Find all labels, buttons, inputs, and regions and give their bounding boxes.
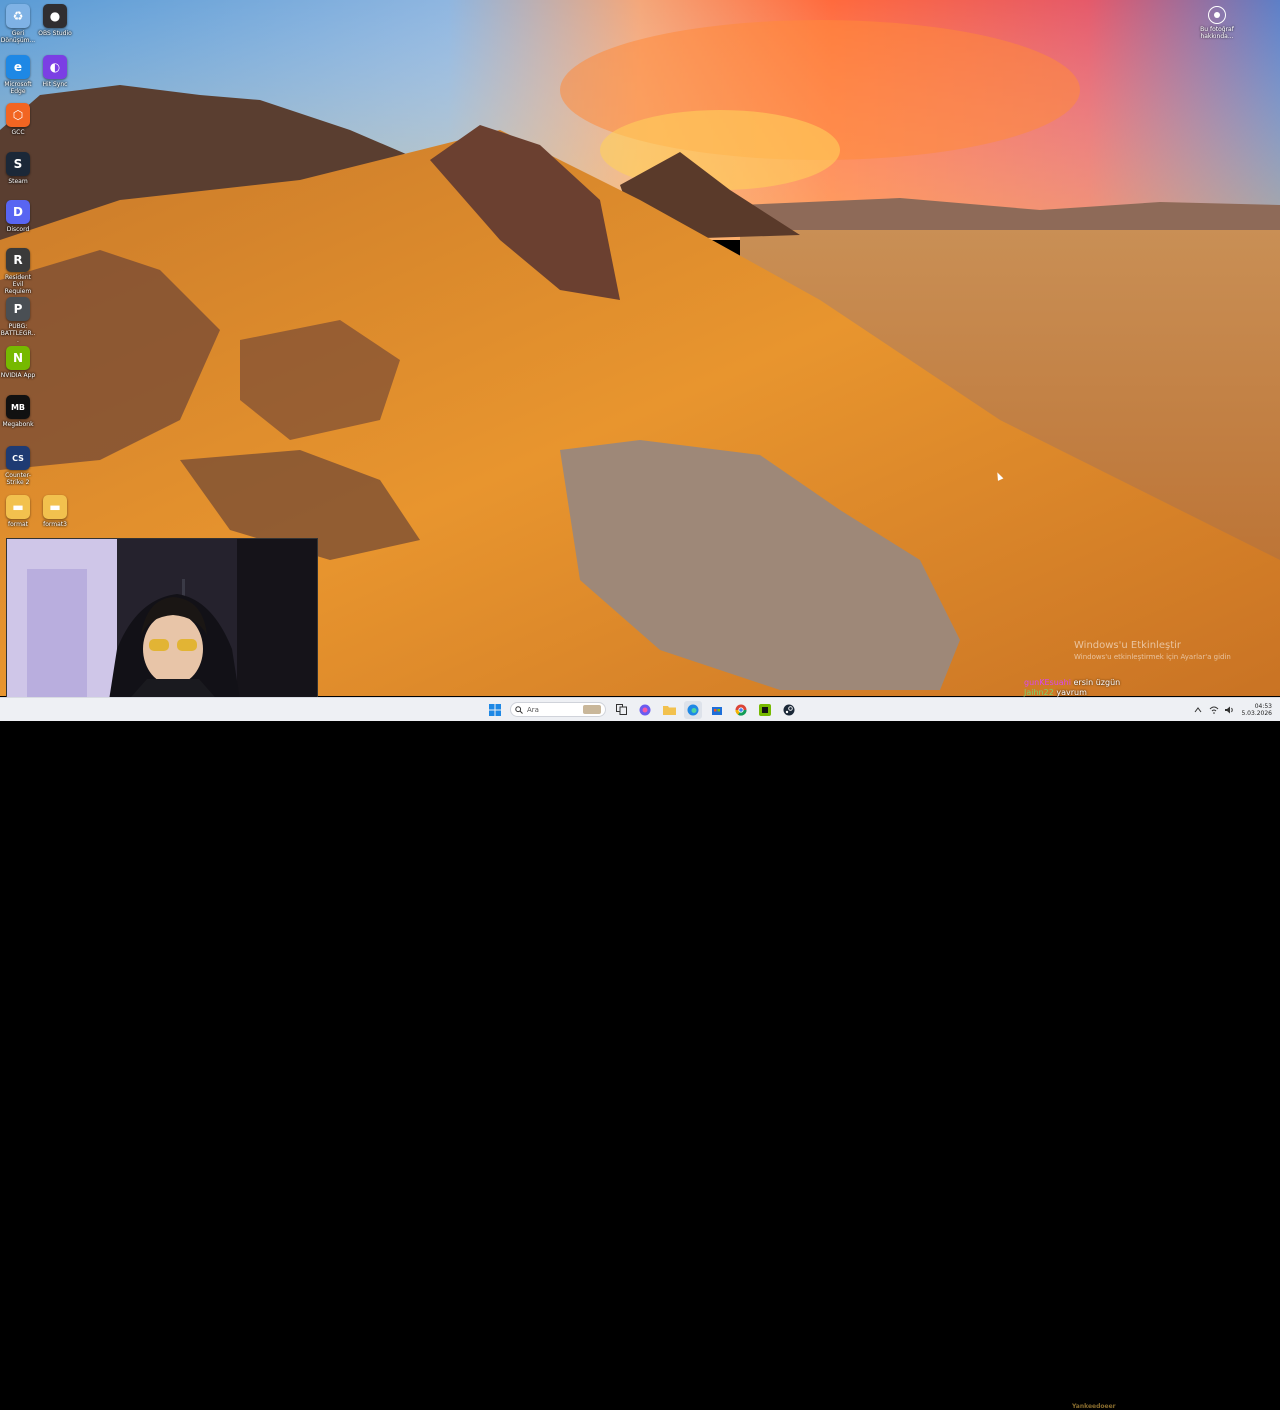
hit-sync-icon: ◐ — [43, 55, 67, 79]
activation-title: Windows'u Etkinleştir — [1074, 640, 1182, 651]
chat-message: ersin üzgün — [1073, 678, 1121, 687]
steam-icon: S — [6, 152, 30, 176]
camera-icon — [1208, 6, 1226, 24]
nvidia-icon[interactable] — [756, 701, 774, 719]
desktop-icon-label: Counter-Strike 2 — [5, 472, 31, 486]
clock[interactable]: 04:53 5.03.2026 — [1241, 703, 1272, 717]
chrome-icon[interactable] — [732, 701, 750, 719]
desktop-icon-nvidia[interactable]: N NVIDIA App — [0, 346, 36, 379]
desktop-icon-resident[interactable]: R Resident Evil Requiem — [0, 248, 36, 295]
megabonk-icon: MB — [6, 395, 30, 419]
desktop-icon-label: format3 — [43, 521, 67, 528]
desktop-icon-steam[interactable]: S Steam — [0, 152, 36, 185]
discord-icon: D — [6, 200, 30, 224]
desktop-icon-label: OBS Studio — [38, 30, 72, 37]
chat-line: gunKEsuahi ersin üzgün — [1024, 678, 1120, 688]
resident-evil-icon: R — [6, 248, 30, 272]
pubg-icon: P — [6, 297, 30, 321]
steam-icon[interactable] — [780, 701, 798, 719]
nvidia-icon: N — [6, 346, 30, 370]
desktop-icon-hitsync[interactable]: ◐ Hit Sync — [37, 55, 73, 88]
search-placeholder: Ara — [527, 705, 539, 714]
activation-subtitle: Windows'u etkinleştirmek için Ayarlar'a … — [1074, 653, 1231, 661]
windows-activation-watermark: Windows'u Etkinleştir Windows'u etkinleş… — [1074, 640, 1231, 661]
taskbar-apps: Ara — [486, 698, 798, 721]
desktop-icon-label: Megabonk — [2, 421, 34, 428]
desktop-icon-recycle[interactable]: ♻ Geri Dönüşüm... — [0, 4, 36, 44]
counter-strike-icon: CS — [6, 446, 30, 470]
chat-user: gunKEsuahi — [1024, 678, 1071, 687]
desktop-icon-label: GCC — [11, 129, 25, 136]
webcam-overlay — [6, 538, 318, 714]
file-explorer-icon[interactable] — [660, 701, 678, 719]
edge-icon[interactable] — [684, 700, 702, 719]
stream-chat-overlay: gunKEsuahi ersin üzgün Jaihn22 yavrum — [1024, 678, 1120, 698]
task-view-icon[interactable] — [612, 701, 630, 719]
desktop-icon-megabonk[interactable]: MB Megabonk — [0, 395, 36, 428]
desktop-icon-label: NVIDIA App — [0, 372, 36, 379]
desktop-icon-edge[interactable]: e Microsoft Edge — [0, 55, 36, 95]
desktop-icon-discord[interactable]: D Discord — [0, 200, 36, 233]
about-photo-label: Bu fotoğraf hakkında... — [1200, 26, 1234, 40]
volume-icon[interactable] — [1225, 701, 1235, 719]
about-photo-button[interactable]: Bu fotoğraf hakkında... — [1194, 6, 1240, 40]
obs-icon: ● — [43, 4, 67, 28]
wifi-icon[interactable] — [1209, 701, 1219, 719]
search-highlight-icon — [583, 705, 601, 714]
clock-date: 5.03.2026 — [1241, 709, 1272, 717]
desktop-icon-label: Steam — [8, 178, 28, 185]
desktop-icon-label: Discord — [6, 226, 30, 233]
desktop-icon-format1[interactable]: ▬ format — [0, 495, 36, 528]
taskbar-search-box[interactable]: Ara — [510, 702, 606, 717]
desktop-icon-label: Resident Evil Requiem — [4, 274, 32, 295]
stream-overlay-text: Yankeedoeer — [1072, 1403, 1116, 1410]
start-icon[interactable] — [486, 701, 504, 719]
recycle-bin-icon: ♻ — [6, 4, 30, 28]
desktop-icon-format2[interactable]: ▬ format3 — [37, 495, 73, 528]
desktop-icon-label: Microsoft Edge — [4, 81, 32, 95]
clock-time: 04:53 — [1254, 702, 1272, 710]
desktop-icon-label: format — [7, 521, 29, 528]
copilot-icon[interactable] — [636, 701, 654, 719]
edge-icon: e — [6, 55, 30, 79]
search-icon — [515, 705, 523, 714]
system-tray: 04:53 5.03.2026 — [1193, 698, 1272, 721]
chat-user: Jaihn22 — [1024, 688, 1054, 697]
desktop-icon-cs[interactable]: CS Counter-Strike 2 — [0, 446, 36, 486]
taskbar: Ara Yankeedoeer 04:53 5.03.2026 — [0, 697, 1280, 1410]
desktop-icon-label: Hit Sync — [42, 81, 68, 88]
chevron-up-icon[interactable] — [1193, 701, 1203, 719]
desktop-icon-gcc[interactable]: ⬡ GCC — [0, 103, 36, 136]
desktop-icon-pubg[interactable]: P PUBG: BATTLEGR... — [0, 297, 36, 344]
folder-icon: ▬ — [43, 495, 67, 519]
folder-icon: ▬ — [6, 495, 30, 519]
desktop-icon-label: Geri Dönüşüm... — [0, 30, 36, 44]
store-icon[interactable] — [708, 701, 726, 719]
desktop-icon-obs[interactable]: ● OBS Studio — [37, 4, 73, 37]
desktop-icon-label: PUBG: BATTLEGR... — [0, 323, 36, 344]
gcc-icon: ⬡ — [6, 103, 30, 127]
chat-message: yavrum — [1056, 688, 1087, 697]
